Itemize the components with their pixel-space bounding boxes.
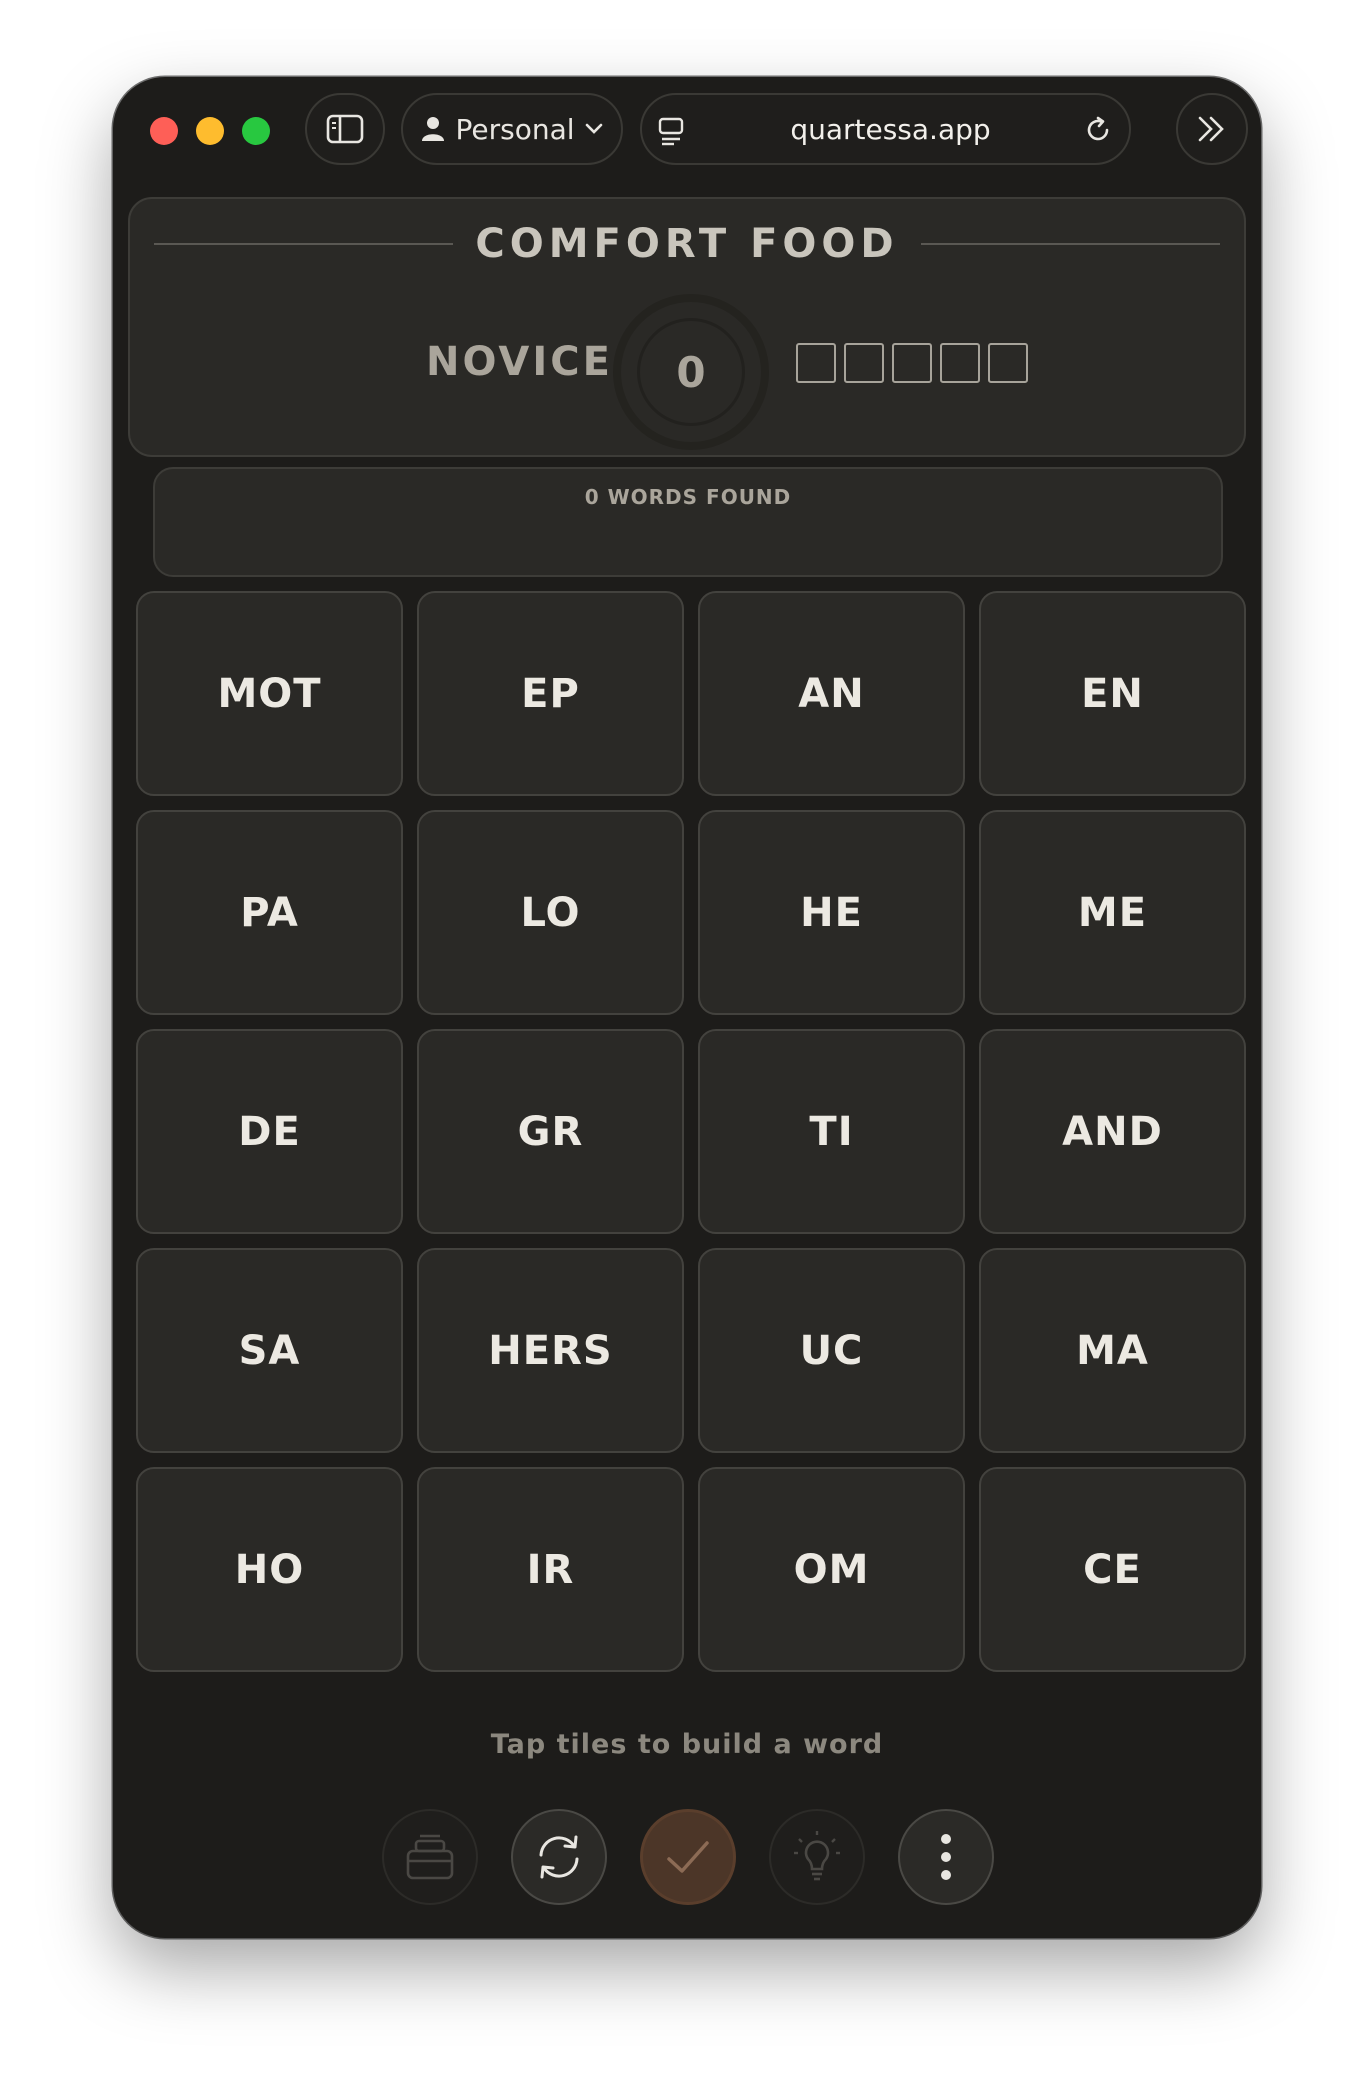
- chevron-down-icon: [585, 123, 602, 134]
- close-window-button[interactable]: [150, 117, 178, 145]
- progress-box: [892, 343, 932, 383]
- words-found-count: 0 WORDS FOUND: [584, 485, 792, 509]
- hint-button[interactable]: [769, 1809, 865, 1905]
- jar-icon: [406, 1834, 454, 1880]
- site-settings-icon: [658, 117, 684, 146]
- minimize-window-button[interactable]: [196, 117, 224, 145]
- more-options-button[interactable]: [898, 1809, 994, 1905]
- letter-tile[interactable]: HO: [136, 1467, 403, 1672]
- title-row: COMFORT FOOD: [154, 219, 1220, 269]
- instruction-text: Tap tiles to build a word: [490, 1729, 884, 1760]
- score-ring: 0: [613, 294, 769, 450]
- lightbulb-icon: [794, 1831, 840, 1881]
- address-bar[interactable]: quartessa.app: [640, 93, 1131, 165]
- zoom-window-button[interactable]: [242, 117, 270, 145]
- level-label: NOVICE: [426, 339, 613, 385]
- person-icon: [422, 117, 445, 141]
- profile-label: Personal: [455, 112, 575, 146]
- letter-tile[interactable]: EN: [979, 591, 1246, 796]
- divider-line: [154, 243, 454, 245]
- progress-boxes: [796, 343, 1028, 383]
- letter-tile[interactable]: DE: [136, 1029, 403, 1234]
- letter-tile[interactable]: SA: [136, 1248, 403, 1453]
- shuffle-button[interactable]: [511, 1809, 607, 1905]
- letter-tile[interactable]: HE: [698, 810, 965, 1015]
- letter-tile[interactable]: OM: [698, 1467, 965, 1672]
- letter-tile[interactable]: HERS: [417, 1248, 684, 1453]
- letter-tile[interactable]: GR: [417, 1029, 684, 1234]
- reload-icon[interactable]: [1083, 115, 1113, 145]
- progress-box: [940, 343, 980, 383]
- score-value: 0: [637, 318, 745, 426]
- url-text: quartessa.app: [790, 112, 991, 146]
- more-toolbar-items-button[interactable]: [1176, 93, 1248, 165]
- letter-tile[interactable]: MOT: [136, 591, 403, 796]
- puzzle-title: COMFORT FOOD: [475, 221, 899, 267]
- letter-tile[interactable]: IR: [417, 1467, 684, 1672]
- letter-tile[interactable]: TI: [698, 1029, 965, 1234]
- submit-word-button[interactable]: [640, 1809, 736, 1905]
- letter-tile[interactable]: CE: [979, 1467, 1246, 1672]
- shuffle-icon: [539, 1835, 579, 1879]
- sidebar-icon: [326, 114, 364, 144]
- browser-window: Personal quartessa.app COMFORT FOOD NOVI…: [113, 77, 1261, 1938]
- browser-toolbar: Personal quartessa.app: [113, 77, 1261, 189]
- letter-tile[interactable]: ME: [979, 810, 1246, 1015]
- found-words-panel[interactable]: 0 WORDS FOUND: [153, 467, 1223, 577]
- shelf-button[interactable]: [382, 1809, 478, 1905]
- double-chevron-right-icon: [1198, 116, 1224, 142]
- puzzle-header: COMFORT FOOD NOVICE 0: [128, 197, 1246, 457]
- letter-tile[interactable]: PA: [136, 810, 403, 1015]
- letter-tile[interactable]: EP: [417, 591, 684, 796]
- vertical-ellipsis-icon: [941, 1834, 951, 1880]
- progress-box: [796, 343, 836, 383]
- tile-grid: MOT EP AN EN PA LO HE ME DE GR TI AND SA HERS UC MA HO IR…: [136, 591, 1248, 1672]
- profile-button[interactable]: Personal: [401, 93, 623, 165]
- progress-box: [988, 343, 1028, 383]
- sidebar-toggle-button[interactable]: [305, 93, 385, 165]
- progress-box: [844, 343, 884, 383]
- divider-line: [920, 243, 1220, 245]
- letter-tile[interactable]: MA: [979, 1248, 1246, 1453]
- letter-tile[interactable]: AN: [698, 591, 965, 796]
- letter-tile[interactable]: UC: [698, 1248, 965, 1453]
- letter-tile[interactable]: LO: [417, 810, 684, 1015]
- letter-tile[interactable]: AND: [979, 1029, 1246, 1234]
- checkmark-icon: [667, 1841, 709, 1873]
